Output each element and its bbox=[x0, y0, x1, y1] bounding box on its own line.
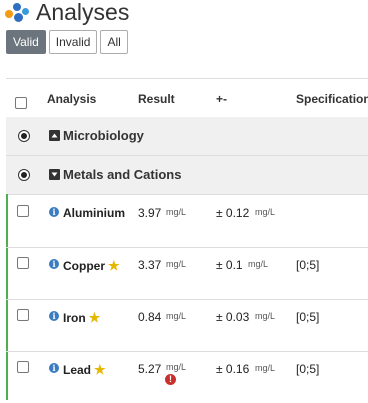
star-icon: ★ bbox=[88, 310, 101, 325]
result-unit: mg/L bbox=[166, 311, 187, 321]
info-icon[interactable]: i bbox=[49, 363, 59, 373]
uncertainty-value: ± 0.03 bbox=[216, 310, 250, 324]
result-unit: mg/L bbox=[166, 259, 187, 269]
specification-value: [0;5] bbox=[296, 362, 320, 376]
table-header: Analysis Result +- Specification bbox=[6, 78, 368, 118]
category-row-microbiology[interactable]: Microbiology bbox=[6, 117, 368, 156]
table-row-iron: i Iron ★ 0.84 mg/L ± 0.03 mg/L [0;5] bbox=[6, 299, 368, 352]
category-select-radio[interactable] bbox=[18, 169, 30, 181]
row-checkbox[interactable] bbox=[17, 361, 29, 373]
page-header: Analyses bbox=[4, 0, 129, 24]
specification-value: [0;5] bbox=[296, 258, 320, 272]
caret-up-icon[interactable] bbox=[49, 130, 60, 141]
category-label: Microbiology bbox=[63, 128, 144, 143]
analysis-name: Iron ★ bbox=[63, 310, 101, 325]
category-row-metals-and-cations[interactable]: Metals and Cations bbox=[6, 156, 368, 195]
filter-invalid-button[interactable]: Invalid bbox=[48, 30, 98, 54]
uncertainty-unit: mg/L bbox=[255, 311, 276, 321]
analysis-name: Lead ★ bbox=[63, 362, 106, 377]
page-title: Analyses bbox=[36, 0, 130, 25]
result-value: 3.97 bbox=[138, 206, 162, 220]
analysis-name: Copper ★ bbox=[63, 258, 120, 273]
specification-value: [0;5] bbox=[296, 310, 320, 324]
uncertainty-unit: mg/L bbox=[255, 363, 276, 373]
filter-button-group: Valid Invalid All bbox=[6, 30, 128, 54]
column-uncertainty: +- bbox=[216, 92, 228, 106]
result-unit: mg/L bbox=[166, 207, 187, 217]
column-analysis: Analysis bbox=[47, 92, 97, 106]
star-icon: ★ bbox=[108, 258, 120, 273]
info-icon[interactable]: i bbox=[49, 207, 59, 217]
uncertainty-value: ± 0.1 bbox=[216, 258, 243, 272]
info-icon[interactable]: i bbox=[49, 311, 59, 321]
column-specification: Specification bbox=[296, 92, 368, 106]
uncertainty-unit: mg/L bbox=[248, 259, 269, 269]
table-row-aluminium: i Aluminium 3.97 mg/L ± 0.12 mg/L bbox=[6, 195, 368, 248]
column-result: Result bbox=[138, 92, 175, 106]
result-value: 3.37 bbox=[138, 258, 162, 272]
row-checkbox[interactable] bbox=[17, 309, 29, 321]
result-unit: mg/L bbox=[166, 362, 187, 372]
result-value: 0.84 bbox=[138, 310, 162, 324]
filter-valid-button[interactable]: Valid bbox=[6, 30, 46, 54]
filter-all-button[interactable]: All bbox=[100, 30, 128, 54]
star-icon: ★ bbox=[94, 362, 106, 377]
uncertainty-value: ± 0.16 bbox=[216, 362, 250, 376]
table-row-lead: i Lead ★ 5.27 mg/L ! ± 0.16 mg/L [0;5] bbox=[6, 351, 368, 403]
row-checkbox[interactable] bbox=[17, 205, 29, 217]
row-checkbox[interactable] bbox=[17, 257, 29, 269]
info-icon[interactable]: i bbox=[49, 259, 59, 269]
uncertainty-unit: mg/L bbox=[255, 207, 276, 217]
molecule-dots-icon bbox=[4, 1, 30, 23]
out-of-range-warning-icon[interactable]: ! bbox=[165, 374, 176, 385]
caret-down-icon[interactable] bbox=[49, 169, 60, 180]
category-select-radio[interactable] bbox=[18, 130, 30, 142]
result-value: 5.27 bbox=[138, 362, 162, 376]
select-all-checkbox[interactable] bbox=[15, 97, 27, 109]
category-label: Metals and Cations bbox=[63, 167, 182, 182]
analysis-name: Aluminium bbox=[63, 206, 125, 220]
table-row-copper: i Copper ★ 3.37 mg/L ± 0.1 mg/L [0;5] bbox=[6, 247, 368, 300]
uncertainty-value: ± 0.12 bbox=[216, 206, 250, 220]
